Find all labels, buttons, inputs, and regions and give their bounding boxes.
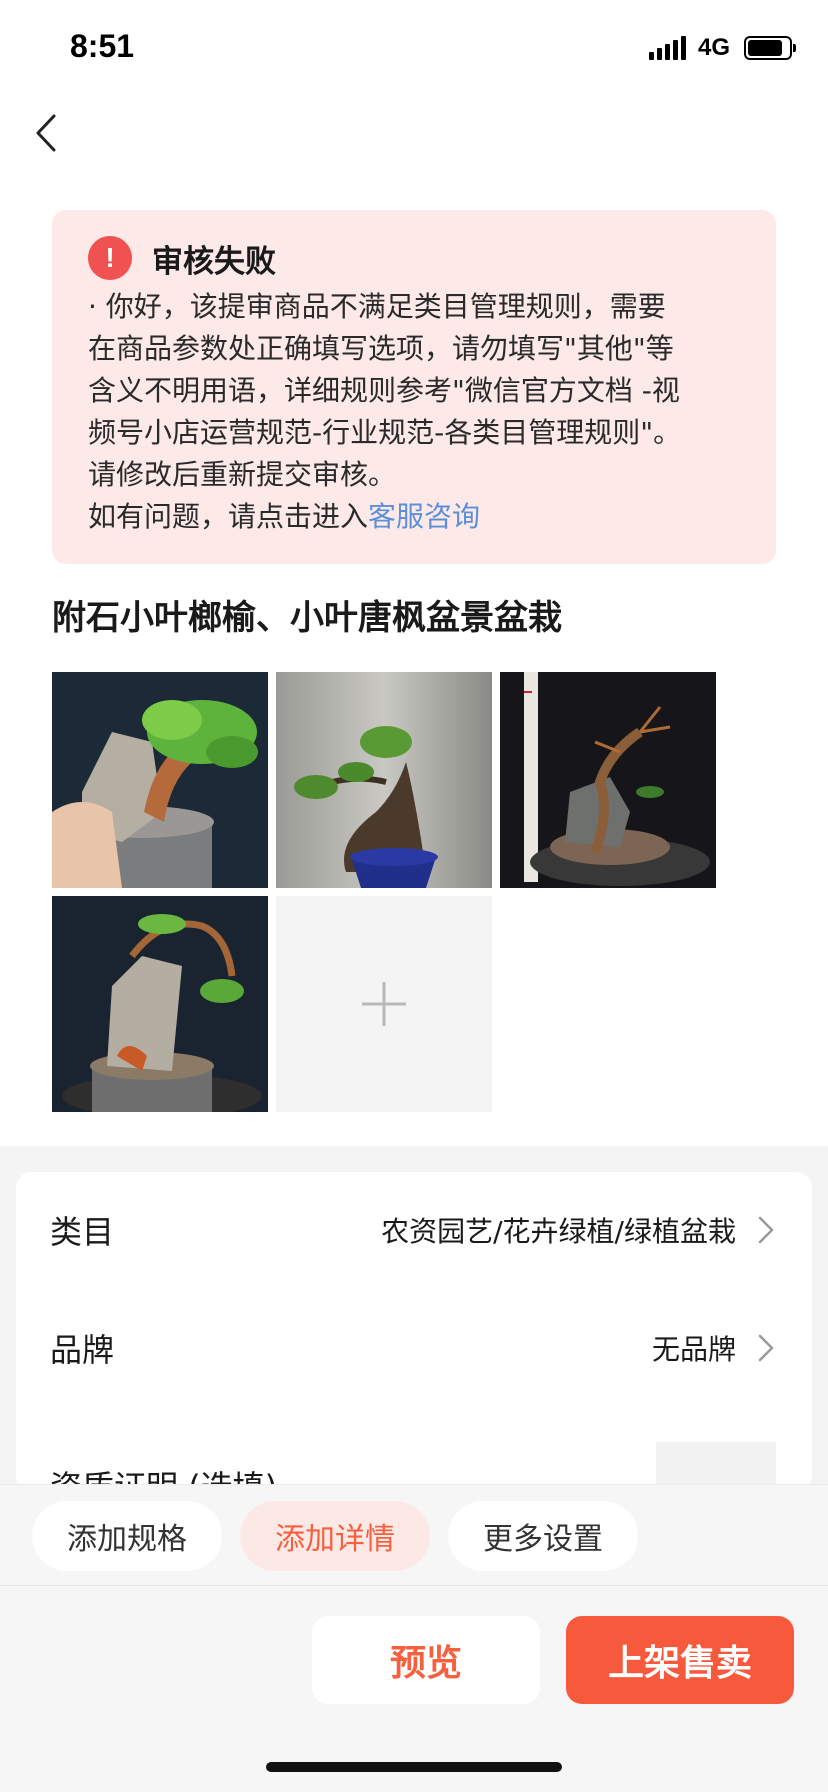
customer-service-link[interactable]: 客服咨询: [368, 500, 480, 533]
add-spec-button[interactable]: 添加规格: [32, 1501, 222, 1571]
preview-button[interactable]: 预览: [312, 1616, 540, 1704]
signal-icon: [648, 36, 686, 60]
chevron-right-icon: [758, 1333, 778, 1363]
category-label: 类目: [50, 1213, 115, 1251]
product-photo[interactable]: [500, 672, 716, 888]
category-value: 农资园艺/花卉绿植/绿植盆栽: [381, 1215, 736, 1248]
battery-icon: [744, 36, 796, 60]
brand-label: 品牌: [50, 1331, 115, 1369]
more-settings-button[interactable]: 更多设置: [448, 1501, 638, 1571]
home-indicator: [266, 1762, 562, 1772]
notice-line: 在商品参数处正确填写选项，请勿填写"其他"等: [88, 332, 674, 365]
notice-line: 频号小店运营规范-行业规范-各类目管理规则"。: [88, 416, 682, 449]
review-failed-notice: ! 审核失败 · 你好，该提审商品不满足类目管理规则，需要 在商品参数处正确填写…: [52, 210, 776, 564]
product-title[interactable]: 附石小叶榔榆、小叶唐枫盆景盆栽: [52, 590, 562, 639]
product-photo[interactable]: [52, 672, 268, 888]
status-time: 8:51: [70, 28, 135, 64]
notice-line: 含义不明用语，详细规则参考"微信官方文档 -视: [88, 374, 680, 407]
error-icon: !: [88, 236, 132, 280]
product-form-card: 类目 农资园艺/花卉绿植/绿植盆栽 品牌 无品牌 资质证明 (选填): [16, 1172, 812, 1492]
chevron-right-icon: [758, 1215, 778, 1245]
notice-help-line: 如有问题，请点击进入客服咨询: [88, 496, 744, 538]
notice-line: 请修改后重新提交审核。: [88, 458, 397, 491]
notice-line: · 你好，该提审商品不满足类目管理规则，需要: [88, 290, 666, 323]
add-detail-button[interactable]: 添加详情: [240, 1501, 430, 1571]
back-button[interactable]: [26, 108, 66, 158]
notice-body: · 你好，该提审商品不满足类目管理规则，需要 在商品参数处正确填写选项，请勿填写…: [88, 286, 744, 538]
publish-button[interactable]: 上架售卖: [566, 1616, 794, 1704]
category-row[interactable]: 类目 农资园艺/花卉绿植/绿植盆栽: [16, 1190, 812, 1270]
product-photo[interactable]: [276, 672, 492, 888]
notice-help-prefix: 如有问题，请点击进入: [88, 500, 369, 533]
network-label: 4G: [697, 34, 730, 61]
chevron-left-icon: [36, 114, 56, 152]
status-bar: 8:51 4G: [0, 0, 828, 100]
brand-row[interactable]: 品牌 无品牌: [16, 1308, 812, 1388]
plus-icon: [362, 982, 406, 1026]
product-photo[interactable]: [52, 896, 268, 1112]
brand-value: 无品牌: [651, 1333, 736, 1366]
add-photo-button[interactable]: [276, 896, 492, 1112]
action-bar: 添加规格 添加详情 更多设置: [0, 1484, 828, 1586]
notice-title: 审核失败: [152, 243, 276, 280]
status-indicators: 4G: [648, 34, 796, 62]
